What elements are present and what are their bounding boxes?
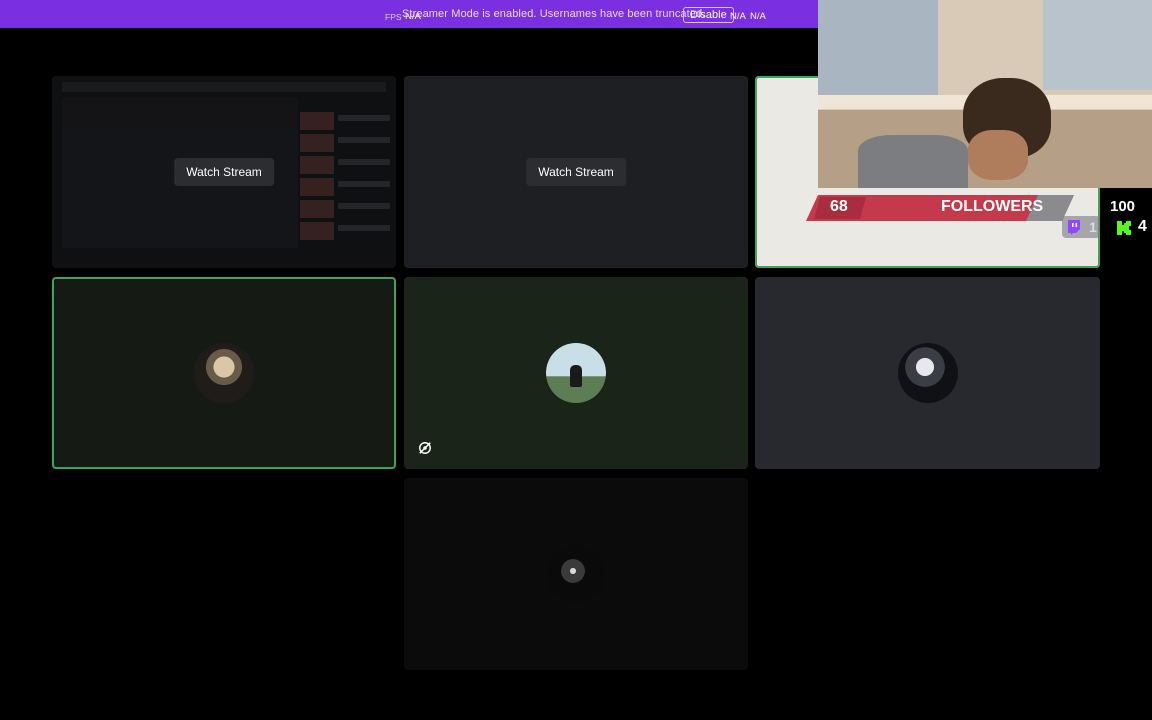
stream-tile-2[interactable]: Watch Stream xyxy=(404,76,748,268)
followers-label: FOLLOWERS xyxy=(941,198,1044,215)
avatar xyxy=(546,343,606,403)
stream-tile-1[interactable]: Watch Stream xyxy=(52,76,396,268)
twitch-viewer-count: 1 xyxy=(1089,219,1097,235)
watch-stream-button[interactable]: Watch Stream xyxy=(526,158,626,186)
user-tile-3[interactable] xyxy=(755,277,1100,469)
kick-icon xyxy=(1117,221,1131,235)
total-viewer-count: 100 xyxy=(1110,198,1136,215)
fps-value-2: N/A xyxy=(730,11,746,22)
twitch-icon xyxy=(1068,220,1080,235)
streamer-mode-banner: FPS N/A Streamer Mode is enabled. Userna… xyxy=(0,0,818,28)
avatar xyxy=(546,544,606,604)
disable-streamer-mode-button[interactable]: Disable xyxy=(683,7,734,23)
fps-label: FPS xyxy=(385,12,402,22)
streamer-mode-message: Streamer Mode is enabled. Usernames have… xyxy=(402,8,706,20)
watch-stream-button[interactable]: Watch Stream xyxy=(174,158,274,186)
user-tile-1[interactable] xyxy=(52,277,396,469)
avatar xyxy=(194,343,254,403)
fps-value-3: N/A xyxy=(750,11,766,22)
webcam-overlay xyxy=(818,0,1152,188)
user-tile-2[interactable] xyxy=(404,277,748,469)
followers-count: 68 xyxy=(830,198,848,215)
camera-off-icon xyxy=(419,442,431,454)
avatar xyxy=(897,343,958,403)
kick-viewer-count: 4 xyxy=(1138,218,1147,235)
user-tile-4[interactable] xyxy=(404,478,748,670)
